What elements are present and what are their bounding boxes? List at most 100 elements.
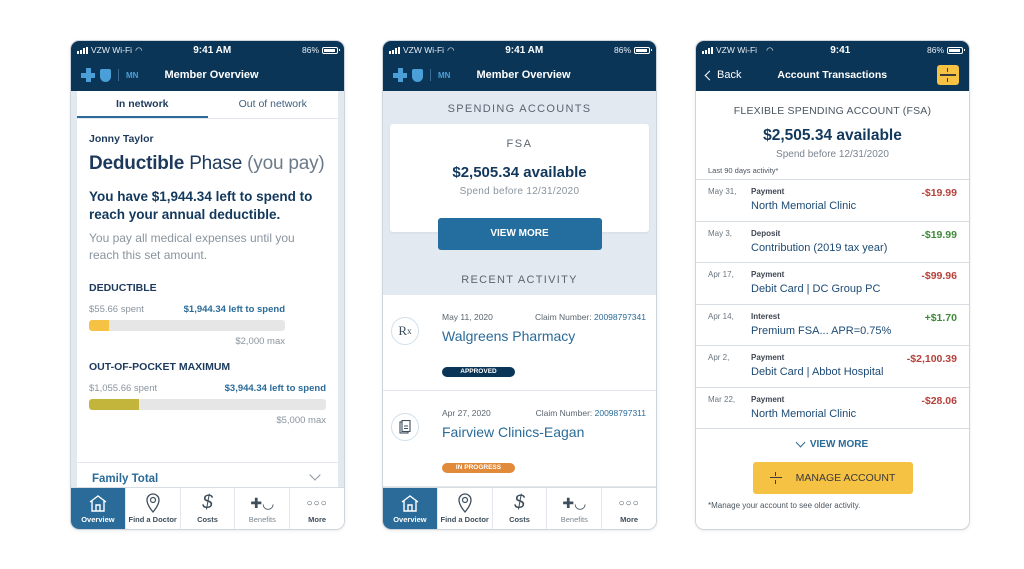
- page-title: Account Transactions: [777, 69, 888, 81]
- account-title: FLEXIBLE SPENDING ACCOUNT (FSA): [733, 105, 932, 117]
- nav-more[interactable]: ○○○ More: [602, 488, 656, 529]
- wifi-icon: ◠: [447, 44, 455, 55]
- transaction-row[interactable]: Mar 22, Payment North Memorial Clinic -$28.…: [696, 388, 969, 429]
- transaction-type: Payment: [751, 187, 785, 196]
- cross-logo-icon: [81, 68, 95, 82]
- more-icon: ○○○: [618, 497, 640, 509]
- view-more-button[interactable]: VIEW MORE: [437, 218, 602, 250]
- transaction-type: Payment: [751, 270, 785, 279]
- deductible-spent: $55.66 spent: [89, 304, 144, 315]
- nav-overview[interactable]: Overview: [383, 488, 438, 529]
- battery-percent: 86%: [926, 45, 944, 55]
- transaction-description: North Memorial Clinic: [751, 407, 857, 420]
- oop-max: $5,000 max: [276, 415, 326, 426]
- status-badge: APPROVED: [442, 367, 515, 377]
- dollar-icon: $: [202, 492, 213, 513]
- nav-find-doctor[interactable]: Find a Doctor: [438, 488, 493, 529]
- more-icon: ○○○: [306, 497, 328, 509]
- view-more-link[interactable]: VIEW MORE: [696, 437, 969, 450]
- clock: 9:41 AM: [505, 44, 544, 56]
- account-deadline: Spend before 12/31/2020: [776, 149, 889, 160]
- provider-name: Walgreens Pharmacy: [442, 328, 576, 344]
- transaction-row[interactable]: May 3, Deposit Contribution (2019 tax year…: [696, 222, 969, 263]
- brand-logo: MN: [81, 68, 138, 82]
- status-bar: VZW Wi-Fi ◠ 9:41 AM 86%: [71, 41, 344, 59]
- transaction-date: Apr 14,: [708, 311, 734, 321]
- transaction-row[interactable]: Apr 14, Interest Premium FSA... APR=0.75% +…: [696, 305, 969, 346]
- nav-costs[interactable]: $ Costs: [493, 488, 548, 529]
- transaction-amount: -$19.99: [921, 187, 957, 199]
- region-label: MN: [126, 70, 139, 80]
- network-tabs: In network Out of network: [77, 91, 338, 119]
- activity-item[interactable]: Rx May 11, 2020 Claim Number: 20098797341…: [383, 295, 656, 391]
- nav-costs[interactable]: $ Costs: [181, 488, 236, 529]
- battery-percent: 86%: [613, 45, 631, 55]
- phase-title: Deductible Phase (you pay): [89, 153, 325, 174]
- transaction-description: Debit Card | Abbot Hospital: [751, 366, 884, 378]
- oop-left: $3,944.34 left to spend: [224, 383, 326, 394]
- transaction-date: Apr 17,: [708, 270, 734, 279]
- manage-account-button[interactable]: MANAGE ACCOUNT: [752, 462, 913, 494]
- transaction-date: Apr 2,: [708, 353, 730, 362]
- manage-account-icon-button[interactable]: [936, 65, 959, 85]
- page-title: Member Overview: [476, 69, 571, 81]
- spending-accounts-screen: VZW Wi-Fi ◠ 9:41 AM 86% MN Member Overvie…: [382, 40, 657, 530]
- footnote: *Manage your account to see older activi…: [708, 501, 861, 510]
- claim-number: 20098797341: [593, 312, 646, 322]
- back-button[interactable]: Back: [704, 69, 741, 81]
- nav-find-doctor[interactable]: Find a Doctor: [126, 488, 181, 529]
- transaction-amount: -$2,100.39: [906, 353, 957, 365]
- deductible-left: $1,944.34 left to spend: [183, 304, 285, 315]
- shield-logo-icon: [412, 68, 423, 82]
- account-available: $2,505.34 available: [763, 127, 902, 144]
- app-header: VZW Wi-Fi ◠ 9:41 AM 86% MN Member Overvie…: [71, 41, 344, 91]
- tab-out-of-network[interactable]: Out of network: [208, 91, 339, 118]
- chevron-down-icon: [309, 469, 321, 481]
- transaction-date: Mar 22,: [708, 394, 736, 404]
- transaction-row[interactable]: Apr 17, Payment Debit Card | DC Group PC -$…: [696, 263, 969, 305]
- carrier: VZW Wi-Fi: [91, 45, 133, 55]
- signal-icon: [389, 46, 400, 54]
- transaction-list: May 31, Payment North Memorial Clinic -$19.…: [696, 179, 969, 429]
- member-name: Jonny Taylor: [89, 133, 154, 145]
- cross-logo-icon: [393, 68, 407, 82]
- benefits-icon: ✚◡: [250, 494, 275, 511]
- home-icon: [400, 493, 420, 513]
- transaction-description: Premium FSA... APR=0.75%: [751, 324, 892, 337]
- deductible-progress-bar: [89, 320, 285, 331]
- battery-icon: [947, 46, 965, 54]
- status-bar: VZW Wi-Fi ◠ 9:41 AM 86%: [383, 41, 656, 59]
- transaction-type: Interest: [751, 311, 780, 321]
- activity-item[interactable]: Apr 27, 2020 Claim Number: 20098797311 Fa…: [383, 391, 656, 487]
- transaction-date: May 3,: [708, 228, 733, 238]
- transaction-type: Payment: [751, 394, 785, 404]
- fsa-deadline: Spend before 12/31/2020: [459, 186, 580, 197]
- deductible-max: $2,000 max: [235, 336, 285, 347]
- chevron-down-icon: [795, 437, 806, 448]
- page-title: Member Overview: [164, 69, 259, 81]
- transaction-description: Debit Card | DC Group PC: [751, 283, 881, 295]
- transaction-amount: -$99.96: [921, 270, 957, 282]
- remaining-headline: You have $1,944.34 left to spend to reac…: [89, 189, 313, 222]
- chevron-left-icon: [704, 70, 715, 80]
- brand-logo: MN: [393, 68, 450, 82]
- tab-in-network[interactable]: In network: [77, 91, 208, 118]
- fsa-card: FSA $2,505.34 available Spend before 12/…: [390, 124, 649, 232]
- wifi-icon: ◠: [766, 44, 774, 55]
- document-icon: [391, 413, 419, 441]
- dollar-icon: $: [514, 492, 525, 513]
- nav-overview[interactable]: Overview: [71, 488, 126, 529]
- oop-spent: $1,055.66 spent: [89, 383, 158, 394]
- nav-benefits[interactable]: ✚◡ Benefits: [547, 488, 603, 529]
- home-icon: [88, 493, 108, 513]
- battery-percent: 86%: [301, 45, 319, 55]
- nav-benefits[interactable]: ✚◡ Benefits: [235, 488, 291, 529]
- transaction-row[interactable]: Apr 2, Payment Debit Card | Abbot Hospital…: [696, 346, 969, 388]
- clock: 9:41: [830, 44, 851, 56]
- transaction-type: Deposit: [751, 228, 781, 238]
- phase-description: You pay all medical expenses until you r…: [89, 231, 295, 262]
- nav-more[interactable]: ○○○ More: [290, 488, 344, 529]
- status-bar: VZW Wi-Fi ◠ 9:41 86%: [696, 41, 969, 59]
- transaction-row[interactable]: May 31, Payment North Memorial Clinic -$19.…: [696, 180, 969, 222]
- activity-date: May 11, 2020: [442, 312, 493, 322]
